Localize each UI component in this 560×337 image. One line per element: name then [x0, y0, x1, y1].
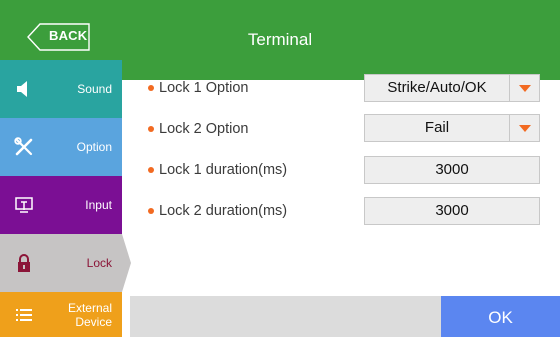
tools-icon [12, 118, 36, 176]
bullet-icon [148, 85, 154, 91]
dropdown-value: Strike/Auto/OK [387, 79, 487, 96]
sidebar-item-lock[interactable]: Lock [0, 234, 122, 292]
chevron-down-icon [519, 125, 531, 132]
sidebar-item-label: Lock [86, 256, 112, 270]
input-value: 3000 [435, 161, 469, 178]
dropdown-button[interactable] [509, 115, 539, 141]
setting-label: Lock 2 Option [159, 121, 249, 137]
setting-label: Lock 2 duration(ms) [159, 203, 288, 219]
dropdown-value: Fail [424, 119, 450, 136]
lock1-duration-input[interactable]: 3000 [364, 156, 540, 184]
back-button[interactable]: BACK [27, 23, 90, 51]
selected-indicator [122, 234, 131, 292]
list-icon [12, 292, 36, 337]
lock2-duration-input[interactable]: 3000 [364, 197, 540, 225]
bullet-icon [148, 208, 154, 214]
monitor-input-icon [12, 176, 36, 234]
speaker-icon [12, 60, 36, 118]
chevron-down-icon [519, 85, 531, 92]
lock1-option-dropdown[interactable]: Strike/Auto/OK [364, 74, 540, 102]
sidebar-item-option[interactable]: Option [0, 118, 122, 176]
sidebar-item-label: Input [85, 198, 112, 212]
footer-bar [130, 296, 441, 337]
input-value: 3000 [435, 202, 469, 219]
dropdown-button[interactable] [509, 75, 539, 101]
sidebar-item-external-device[interactable]: External Device [0, 292, 122, 337]
sidebar-item-label: External Device [68, 292, 112, 337]
back-button-label: BACK [49, 28, 88, 43]
bullet-icon [148, 167, 154, 173]
setting-label: Lock 1 Option [159, 80, 249, 96]
bullet-icon [148, 126, 154, 132]
sidebar-item-label: Option [76, 140, 112, 154]
lock2-option-dropdown[interactable]: Fail [364, 114, 540, 142]
sidebar-item-label-line1: External [67, 300, 112, 315]
sidebar-item-label: Sound [77, 82, 112, 96]
sidebar-item-label-line2: Device [75, 314, 112, 329]
setting-label: Lock 1 duration(ms) [159, 162, 288, 178]
sidebar-item-input[interactable]: Input [0, 176, 122, 234]
ok-button[interactable]: OK [441, 296, 560, 337]
lock-icon [12, 234, 36, 292]
sidebar-item-sound[interactable]: Sound [0, 60, 122, 118]
